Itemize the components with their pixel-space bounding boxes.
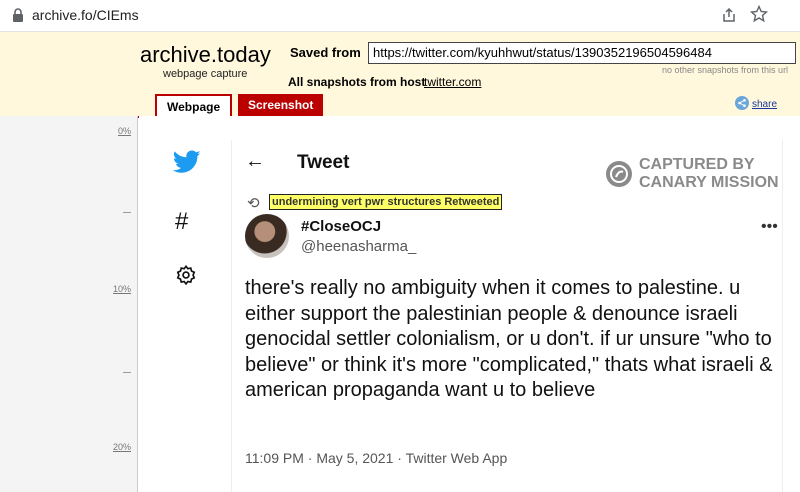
watermark-line-2: CANARY MISSION — [639, 174, 779, 191]
avatar[interactable] — [245, 214, 289, 258]
watermark-line-1: CAPTURED BY — [639, 156, 755, 173]
ruler-mark-10[interactable]: 10% — [113, 284, 131, 294]
all-snapshots-label: All snapshots from host — [288, 75, 426, 89]
watermark-logo-icon — [606, 161, 632, 187]
tweet-timestamp[interactable]: 11:09 PM · May 5, 2021 · Twitter Web App — [245, 450, 507, 466]
retweet-icon: ⟲ — [247, 195, 260, 212]
back-arrow-icon[interactable]: ← — [245, 150, 265, 173]
page-title: Tweet — [297, 152, 350, 173]
share-link[interactable]: share — [752, 99, 777, 110]
share-icon[interactable] — [720, 6, 738, 24]
canary-mission-watermark: CAPTURED BY CANARY MISSION — [605, 156, 785, 196]
tab-screenshot[interactable]: Screenshot — [238, 94, 324, 116]
retweet-label[interactable]: undermining vert pwr structures Retweete… — [269, 194, 503, 210]
archive-header: archive.today webpage capture Saved from… — [0, 32, 800, 118]
ruler-tick — [123, 372, 131, 373]
hashtag-icon[interactable]: # — [175, 208, 188, 236]
scroll-ruler: 0% 10% 20% — [0, 116, 138, 492]
archive-subbrand: webpage capture — [163, 68, 248, 80]
user-handle[interactable]: @heenasharma_ — [301, 238, 416, 255]
ruler-tick — [123, 212, 131, 213]
lock-icon — [13, 8, 23, 22]
twitter-page: # ← Tweet CAPTURED BY CANARY MISSION ⟲ u… — [139, 116, 800, 492]
tweet-panel: ← Tweet CAPTURED BY CANARY MISSION ⟲ und… — [233, 140, 783, 492]
ruler-mark-0[interactable]: 0% — [118, 126, 131, 136]
browser-address-bar: archive.fo/CIEms — [0, 0, 800, 32]
no-other-snapshots-note: no other snapshots from this url — [662, 65, 789, 75]
host-link[interactable]: twitter.com — [424, 75, 481, 89]
tab-webpage[interactable]: Webpage — [155, 94, 233, 116]
gear-icon[interactable] — [175, 264, 197, 286]
display-name[interactable]: #CloseOCJ — [301, 218, 381, 235]
saved-from-label: Saved from — [290, 45, 361, 60]
address-url[interactable]: archive.fo/CIEms — [32, 7, 139, 23]
sidebar-divider — [231, 140, 232, 492]
star-icon[interactable] — [750, 5, 768, 23]
archive-brand[interactable]: archive.today — [140, 42, 271, 68]
saved-from-url-field[interactable]: https://twitter.com/kyuhhwut/status/1390… — [368, 42, 796, 64]
twitter-bird-icon[interactable] — [173, 150, 201, 174]
ruler-mark-20[interactable]: 20% — [113, 442, 131, 452]
more-icon[interactable]: ••• — [761, 218, 778, 236]
tweet-text: there's really no ambiguity when it come… — [245, 277, 773, 401]
share-icon[interactable] — [735, 96, 749, 110]
